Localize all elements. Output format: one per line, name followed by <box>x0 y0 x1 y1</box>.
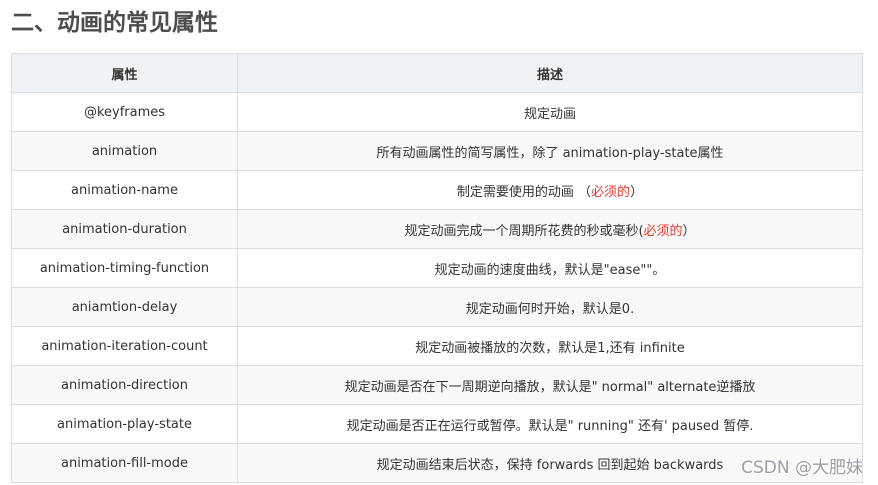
description-suffix: ） <box>682 223 696 239</box>
table-row: animation 所有动画属性的简写属性，除了 animation-play-… <box>11 131 863 171</box>
column-header-description: 描述 <box>237 53 863 93</box>
table-row: animation-play-state 规定动画是否正在运行或暂停。默认是" … <box>11 404 863 444</box>
description-cell: 规定动画何时开始，默认是0. <box>237 287 863 327</box>
property-cell: @keyframes <box>11 92 238 132</box>
description-text: 规定动画完成一个周期所花费的秒或毫秒( <box>404 223 644 239</box>
property-cell: animation-play-state <box>11 404 238 444</box>
description-cell: 规定动画完成一个周期所花费的秒或毫秒(必须的） <box>237 209 863 249</box>
property-cell: animation-duration <box>11 209 238 249</box>
property-cell: animation-fill-mode <box>11 443 238 483</box>
property-cell: animation-name <box>11 170 238 210</box>
property-cell: aniamtion-delay <box>11 287 238 327</box>
table-row: animation-duration 规定动画完成一个周期所花费的秒或毫秒(必须… <box>11 209 863 249</box>
column-header-property: 属性 <box>11 53 238 93</box>
table-row: aniamtion-delay 规定动画何时开始，默认是0. <box>11 287 863 327</box>
table-row: animation-fill-mode 规定动画结束后状态，保持 forward… <box>11 443 863 483</box>
required-note: 必须的 <box>591 184 631 200</box>
required-note: 必须的 <box>643 223 683 239</box>
properties-table: 属性 描述 @keyframes 规定动画 animation 所有动画属性的简… <box>11 53 863 483</box>
description-cell: 制定需要使用的动画 （必须的） <box>237 170 863 210</box>
description-text: 制定需要使用的动画 （ <box>456 184 592 200</box>
page-title: 二、动画的常见属性 <box>11 10 218 36</box>
description-suffix: ） <box>630 184 644 200</box>
property-cell: animation-direction <box>11 365 238 405</box>
property-cell: animation-timing-function <box>11 248 238 288</box>
description-cell: 所有动画属性的简写属性，除了 animation-play-state属性 <box>237 131 863 171</box>
table-header-row: 属性 描述 <box>11 53 863 93</box>
watermark: CSDN @大肥妹 <box>741 458 863 478</box>
description-cell: 规定动画 <box>237 92 863 132</box>
description-cell: 规定动画的速度曲线，默认是"ease""。 <box>237 248 863 288</box>
table-row: animation-direction 规定动画是否在下一周期逆向播放，默认是"… <box>11 365 863 405</box>
description-cell: 规定动画被播放的次数，默认是1,还有 infinite <box>237 326 863 366</box>
table-row: @keyframes 规定动画 <box>11 92 863 132</box>
table-row: animation-iteration-count 规定动画被播放的次数，默认是… <box>11 326 863 366</box>
table-row: animation-timing-function 规定动画的速度曲线，默认是"… <box>11 248 863 288</box>
property-cell: animation <box>11 131 238 171</box>
property-cell: animation-iteration-count <box>11 326 238 366</box>
description-cell: 规定动画是否在下一周期逆向播放，默认是" normal" alternate逆播… <box>237 365 863 405</box>
description-cell: 规定动画是否正在运行或暂停。默认是" running" 还有' paused 暂… <box>237 404 863 444</box>
table-row: animation-name 制定需要使用的动画 （必须的） <box>11 170 863 210</box>
